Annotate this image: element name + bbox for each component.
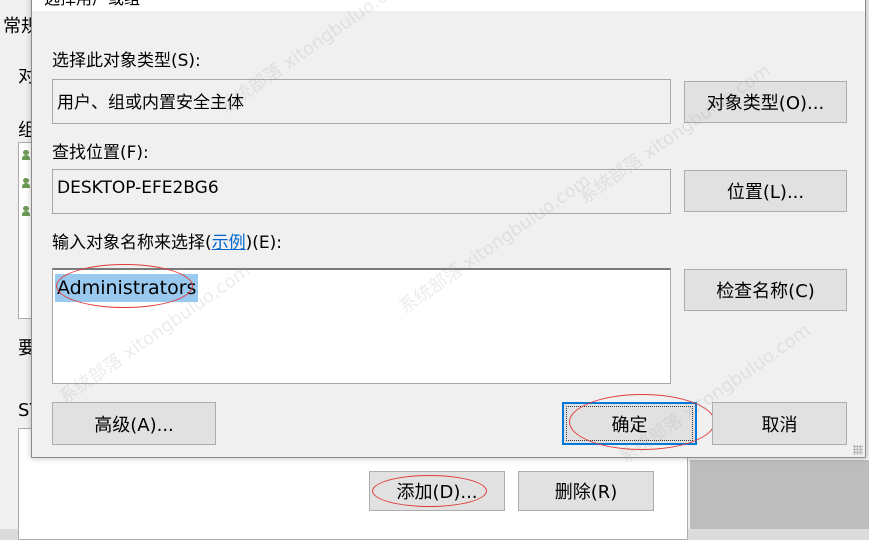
- select-users-dialog: 选择用户或组 ✕ 选择此对象类型(S): 用户、组或内置安全主体 对象类型(O)…: [31, 0, 866, 458]
- user-group-icon: [22, 206, 30, 216]
- object-type-field: 用户、组或内置安全主体: [52, 79, 671, 124]
- annotation-circle-add: [372, 475, 487, 507]
- object-type-label: 选择此对象类型(S):: [52, 51, 201, 71]
- close-icon[interactable]: ✕: [837, 0, 855, 6]
- object-types-button[interactable]: 对象类型(O)...: [684, 81, 847, 123]
- annotation-circle-name: [56, 264, 193, 308]
- examples-link[interactable]: 示例: [212, 233, 246, 253]
- location-label: 查找位置(F):: [52, 143, 149, 163]
- names-label-suffix: )(E):: [245, 233, 283, 253]
- names-label-prefix: 输入对象名称来选择(: [52, 233, 212, 253]
- resize-grip-icon[interactable]: [853, 445, 863, 455]
- dialog-title: 选择用户或组: [44, 0, 140, 9]
- location-button[interactable]: 位置(L)...: [684, 170, 847, 212]
- names-label: 输入对象名称来选择(示例)(E):: [52, 228, 282, 253]
- user-group-icon: [22, 178, 30, 188]
- location-field: DESKTOP-EFE2BG6: [52, 169, 671, 214]
- bg-window-edge: [690, 460, 869, 529]
- remove-button[interactable]: 删除(R): [518, 471, 654, 511]
- advanced-button[interactable]: 高级(A)...: [52, 402, 216, 445]
- cancel-button[interactable]: 取消: [712, 402, 847, 445]
- check-names-button[interactable]: 检查名称(C): [684, 269, 847, 311]
- dialog-titlebar: 选择用户或组 ✕: [32, 0, 865, 11]
- annotation-circle-ok: [569, 394, 715, 450]
- user-group-icon: [22, 150, 30, 160]
